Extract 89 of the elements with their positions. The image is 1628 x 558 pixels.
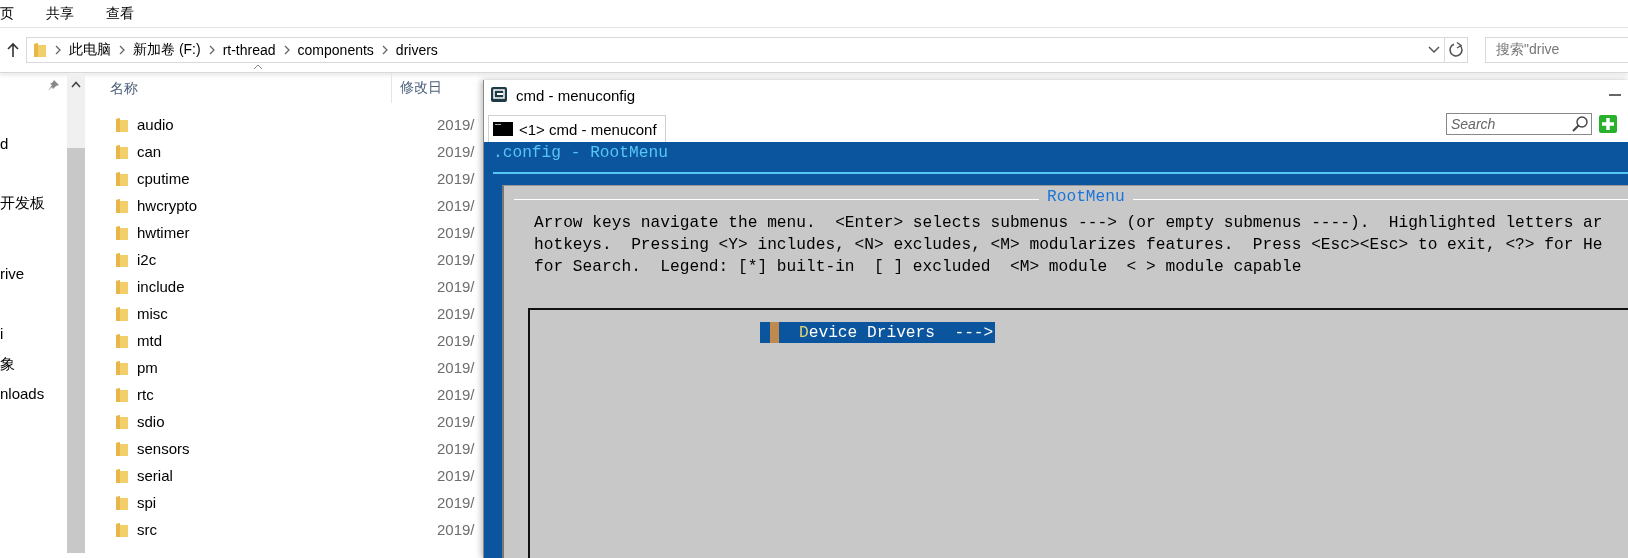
pin-icon[interactable] — [46, 79, 60, 93]
file-name[interactable]: audio — [137, 116, 174, 133]
file-date: 2019/ — [437, 494, 475, 511]
file-name[interactable]: include — [137, 278, 185, 295]
file-date: 2019/ — [437, 143, 475, 160]
column-header[interactable]: 名称 — [85, 73, 392, 103]
nav-item[interactable]: nloads — [0, 379, 45, 409]
ribbon-tab[interactable]: 查看 — [90, 4, 150, 23]
terminal-app-icon — [490, 86, 508, 104]
scrollbar-thumb[interactable] — [67, 148, 85, 553]
file-name[interactable]: hwcrypto — [137, 197, 198, 214]
file-name[interactable]: pm — [137, 359, 158, 376]
file-name[interactable]: src — [137, 521, 157, 538]
file-name[interactable]: spi — [137, 494, 157, 511]
column-header[interactable]: 修改日 — [392, 79, 442, 97]
sort-caret-icon[interactable] — [253, 64, 263, 70]
file-date: 2019/ — [437, 116, 475, 133]
scroll-up-icon[interactable] — [71, 80, 81, 88]
file-name[interactable]: can — [137, 143, 162, 160]
file-date: 2019/ — [437, 278, 475, 295]
file-date: 2019/ — [437, 413, 475, 430]
menu-item[interactable]: Device Drivers ---> — [760, 322, 996, 343]
file-date: 2019/ — [437, 224, 475, 241]
file-date: 2019/ — [437, 251, 475, 268]
nav-item[interactable]: i — [0, 319, 4, 349]
nav-item[interactable]: 象 — [0, 349, 15, 379]
search-field[interactable]: 搜索"drive — [1485, 37, 1628, 63]
folder-icon — [115, 521, 129, 538]
folder-icon — [115, 305, 129, 322]
folder-icon — [115, 224, 129, 241]
folder-icon — [115, 494, 129, 511]
folder-icon — [115, 143, 129, 160]
file-name[interactable]: serial — [137, 467, 173, 484]
nav-item[interactable]: d — [0, 129, 9, 159]
file-name[interactable]: mtd — [137, 332, 162, 349]
file-date: 2019/ — [437, 467, 475, 484]
chevron-icon — [208, 45, 215, 55]
file-date: 2019/ — [437, 197, 475, 214]
search-icon[interactable] — [1571, 115, 1589, 133]
file-name[interactable]: sdio — [137, 413, 165, 430]
nav-item[interactable]: rive — [0, 259, 25, 289]
file-name[interactable]: cputime — [137, 170, 190, 187]
search-field[interactable]: Search — [1446, 113, 1592, 135]
help-text: for Search. Legend: [*] built-in [ ] excluded <M> module < > module capable — [534, 257, 1303, 278]
folder-icon — [33, 42, 47, 58]
breadcrumb-item[interactable]: rt-thread — [222, 42, 276, 58]
help-text: hotkeys. Pressing <Y> includes, <N> excludes, <M> modularizes features. Press <Esc><Esc> to exit, <?> for He — [534, 235, 1603, 256]
file-name[interactable]: i2c — [137, 251, 157, 268]
folder-icon — [115, 278, 129, 295]
window-title: cmd - menuconfig — [516, 86, 636, 104]
file-name[interactable]: hwtimer — [137, 224, 190, 241]
file-date: 2019/ — [437, 359, 475, 376]
breadcrumb-item[interactable]: drivers — [395, 42, 438, 58]
breadcrumb-item[interactable]: 新加卷 (F:) — [133, 41, 201, 59]
folder-icon — [115, 251, 129, 268]
refresh-icon[interactable] — [1448, 42, 1464, 58]
terminal-header: .config - RootMenu — [492, 143, 669, 164]
folder-icon — [115, 413, 129, 430]
folder-icon — [115, 197, 129, 214]
ribbon-tab[interactable]: 页 — [0, 4, 30, 23]
file-name[interactable]: misc — [137, 305, 168, 322]
folder-icon — [115, 386, 129, 403]
folder-icon — [115, 440, 129, 457]
file-date: 2019/ — [437, 386, 475, 403]
folder-icon — [115, 359, 129, 376]
breadcrumb-item[interactable]: 此电脑 — [69, 41, 111, 59]
folder-icon — [115, 116, 129, 133]
folder-icon — [115, 332, 129, 349]
chevron-icon — [381, 45, 388, 55]
file-date: 2019/ — [437, 170, 475, 187]
folder-icon — [115, 467, 129, 484]
folder-icon — [115, 170, 129, 187]
address-bar[interactable]: 此电脑 新加卷 (F:) rt-thread components drivers — [26, 37, 1468, 63]
chevron-icon — [119, 45, 125, 55]
breadcrumb-item[interactable]: components — [297, 42, 374, 58]
chevron-icon — [283, 45, 290, 55]
file-name[interactable]: rtc — [137, 386, 154, 403]
chevron-icon — [55, 45, 61, 55]
file-date: 2019/ — [437, 521, 475, 538]
add-tab-icon[interactable] — [1599, 115, 1617, 133]
file-date: 2019/ — [437, 332, 475, 349]
help-text: Arrow keys navigate the menu. <Enter> selects submenus ---> (or empty submenus ----). Highlighted letters ar — [534, 213, 1603, 234]
file-name[interactable]: sensors — [137, 440, 190, 457]
console-tab[interactable]: <1> cmd - menuconf — [488, 115, 666, 142]
file-date: 2019/ — [437, 305, 475, 322]
ribbon-tab[interactable]: 共享 — [30, 4, 90, 23]
file-date: 2019/ — [437, 440, 475, 457]
console-icon — [493, 122, 513, 136]
nav-item[interactable]: 开发板 — [0, 188, 45, 218]
